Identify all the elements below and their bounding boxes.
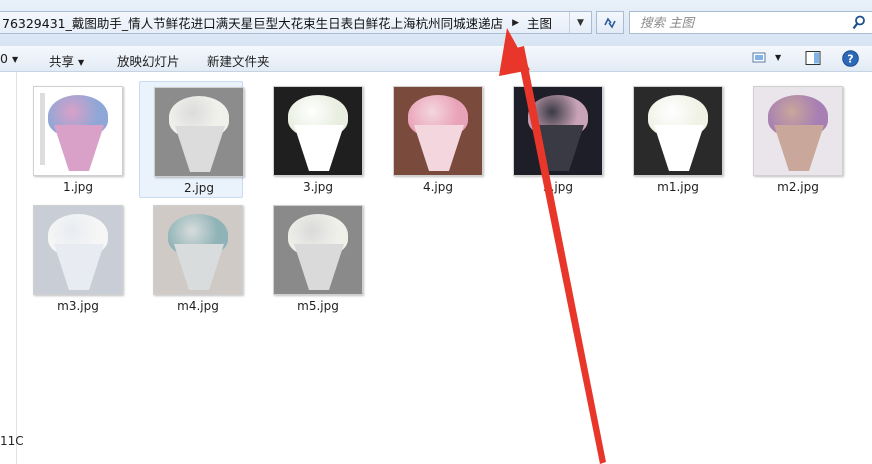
file-name: m3.jpg <box>57 299 99 313</box>
view-dropdown-icon[interactable]: ▼ <box>775 53 781 62</box>
file-item[interactable]: 1.jpg <box>19 81 123 198</box>
view-icon <box>752 52 766 63</box>
refresh-button[interactable] <box>596 11 624 34</box>
file-item[interactable]: 2.jpg <box>139 81 244 198</box>
file-item[interactable]: 4.jpg <box>379 81 483 198</box>
navigation-pane[interactable]: 11C <box>0 72 24 464</box>
image-thumbnail <box>393 86 483 176</box>
image-thumbnail <box>273 86 363 176</box>
file-item[interactable]: m4.jpg <box>139 200 243 317</box>
chevron-down-icon: ▼ <box>11 55 19 64</box>
image-thumbnail <box>153 205 243 295</box>
file-name: m2.jpg <box>777 180 819 194</box>
image-thumbnail <box>753 86 843 176</box>
image-thumbnail <box>633 86 723 176</box>
search-box[interactable] <box>629 11 872 34</box>
file-name: 1.jpg <box>62 180 94 194</box>
help-button[interactable]: ? <box>842 50 859 70</box>
share-label: 共享 <box>49 54 75 69</box>
file-item[interactable]: 3.jpg <box>259 81 363 198</box>
search-input[interactable] <box>630 12 840 33</box>
command-bar: 0 ▼ 共享 ▼ 放映幻灯片 新建文件夹 ▼ ? <box>0 46 872 72</box>
image-thumbnail <box>154 87 244 177</box>
file-name: 3.jpg <box>302 180 334 194</box>
file-name: 4.jpg <box>422 180 454 194</box>
image-thumbnail <box>513 86 603 176</box>
new-folder-button[interactable]: 新建文件夹 <box>207 51 270 70</box>
breadcrumb[interactable]: 76329431_戴图助手_情人节鲜花进口满天星巨型大花束生日表白鲜花上海杭州同… <box>0 11 592 34</box>
image-thumbnail <box>33 205 123 295</box>
navpane-partial-label: 11C <box>0 434 24 448</box>
chevron-down-icon: ▼ <box>78 58 85 67</box>
file-item[interactable]: 5.jpg <box>499 81 603 198</box>
refresh-icon <box>604 16 616 29</box>
svg-text:?: ? <box>847 53 853 66</box>
change-view-button[interactable] <box>752 50 768 69</box>
breadcrumb-current[interactable]: 主图 <box>527 13 552 32</box>
address-dropdown-icon[interactable]: ▼ <box>569 12 591 33</box>
file-name: m4.jpg <box>177 299 219 313</box>
file-item[interactable]: m5.jpg <box>259 200 363 317</box>
preview-pane-button[interactable] <box>805 50 821 69</box>
file-name: 5.jpg <box>542 180 574 194</box>
organize-button-partial[interactable]: 0 ▼ <box>0 51 18 66</box>
breadcrumb-folder[interactable]: 76329431_戴图助手_情人节鲜花进口满天星巨型大花束生日表白鲜花上海杭州同… <box>2 13 503 32</box>
file-name: m5.jpg <box>297 299 339 313</box>
file-item[interactable]: m1.jpg <box>619 81 723 198</box>
image-thumbnail <box>33 86 123 176</box>
file-name: m1.jpg <box>657 180 699 194</box>
file-item[interactable]: m3.jpg <box>19 200 123 317</box>
share-button[interactable]: 共享 ▼ <box>49 51 84 70</box>
help-icon: ? <box>842 50 859 67</box>
preview-pane-icon <box>805 51 821 65</box>
file-item[interactable]: m2.jpg <box>739 81 843 198</box>
file-name: 2.jpg <box>183 181 215 195</box>
address-bar: 76329431_戴图助手_情人节鲜花进口满天星巨型大花束生日表白鲜花上海杭州同… <box>0 0 872 46</box>
breadcrumb-separator-icon[interactable]: ▶ <box>512 18 519 28</box>
slideshow-button[interactable]: 放映幻灯片 <box>117 51 180 70</box>
image-thumbnail <box>273 205 363 295</box>
search-icon[interactable] <box>852 15 866 31</box>
